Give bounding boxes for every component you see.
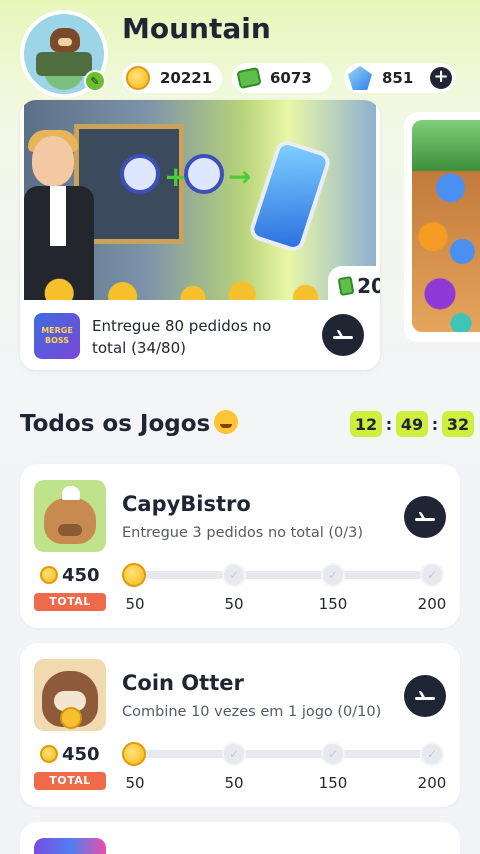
- game-icon: [34, 838, 106, 854]
- game-title: Coin Otter: [122, 671, 244, 695]
- milestone-label: 200: [417, 595, 447, 613]
- arrow-right-icon: [333, 330, 353, 340]
- game-card-coin-otter[interactable]: Coin Otter Combine 10 vezes em 1 jogo (0…: [20, 643, 460, 807]
- section-title-text: Todos os Jogos: [20, 411, 211, 437]
- game-task: Combine 10 vezes em 1 jogo (0/10): [122, 704, 382, 720]
- gem-balance[interactable]: 851 +: [344, 63, 456, 93]
- total-reward: 450: [62, 744, 100, 765]
- capybistro-game-icon: [34, 480, 106, 552]
- total-badge: TOTAL: [34, 772, 106, 790]
- milestone-check-icon: ✓: [420, 563, 444, 587]
- cash-icon: [337, 275, 355, 297]
- game-card-capybistro[interactable]: CapyBistro Entregue 3 pedidos no total (…: [20, 464, 460, 628]
- milestone-check-icon: ✓: [222, 742, 246, 766]
- edit-icon[interactable]: ✎: [84, 70, 106, 92]
- milestone-coin-icon: [122, 742, 146, 766]
- game-task: Entregue 3 pedidos no total (0/3): [122, 525, 364, 541]
- cash-balance-value: 6073: [270, 69, 312, 87]
- cash-balance[interactable]: 6073: [232, 63, 332, 93]
- coin-icon: [40, 745, 58, 763]
- add-gems-button[interactable]: +: [430, 67, 452, 89]
- match3-game-art: [412, 120, 480, 332]
- coin-icon: [126, 66, 150, 90]
- timer-seconds: 32: [442, 411, 474, 437]
- merge-boss-game-icon: MERGE BOSS: [34, 313, 80, 359]
- featured-task-card[interactable]: + → 20 MERGE BOSS Entregue 80 pedidos no…: [20, 100, 380, 370]
- old-phone-icon: [120, 154, 160, 194]
- next-featured-card[interactable]: [404, 112, 480, 342]
- banner-go-button[interactable]: [322, 314, 364, 356]
- play-capybistro-button[interactable]: [404, 496, 446, 538]
- coin-balance-value: 20221: [160, 69, 213, 87]
- milestone-check-icon: ✓: [420, 742, 444, 766]
- milestone-check-icon: ✓: [321, 742, 345, 766]
- milestone-check-icon: ✓: [222, 563, 246, 587]
- coin-otter-game-icon: [34, 659, 106, 731]
- total-badge: TOTAL: [34, 593, 106, 611]
- milestone-label: 50: [125, 595, 145, 613]
- arrow-right-icon: [415, 512, 435, 522]
- milestone-label: 50: [125, 774, 145, 792]
- section-title: Todos os Jogos: [20, 410, 239, 437]
- game-title: CapyBistro: [122, 492, 251, 516]
- reward-amount: 20: [357, 274, 380, 298]
- milestone-check-icon: ✓: [321, 563, 345, 587]
- timer-hours: 12: [350, 411, 382, 437]
- banner-illustration: + →: [24, 100, 376, 300]
- milestone-label: 150: [318, 774, 348, 792]
- arrow-right-icon: [415, 691, 435, 701]
- banner-task-text: Entregue 80 pedidos no total (34/80): [92, 317, 272, 357]
- coin-icon: [40, 566, 58, 584]
- milestone-label: 200: [417, 774, 447, 792]
- cash-icon: [236, 66, 262, 90]
- milestone-coin-icon: [122, 563, 146, 587]
- gem-icon: [348, 66, 372, 90]
- milestone-label: 50: [224, 774, 244, 792]
- game-card-partial[interactable]: [20, 822, 460, 854]
- reward-tag: 20: [328, 266, 380, 306]
- progress-track: [130, 571, 440, 579]
- smartphone-icon: [247, 137, 333, 255]
- milestone-label: 150: [318, 595, 348, 613]
- progress-track: [130, 750, 440, 758]
- party-face-icon: [214, 410, 239, 434]
- countdown-timer: 12 : 49 : 32: [350, 411, 474, 437]
- old-phone-icon: [184, 154, 224, 194]
- play-coin-otter-button[interactable]: [404, 675, 446, 717]
- username: Mountain: [122, 12, 271, 45]
- gem-balance-value: 851: [382, 69, 414, 87]
- timer-minutes: 49: [396, 411, 428, 437]
- total-reward: 450: [62, 565, 100, 586]
- coin-balance[interactable]: 20221: [122, 63, 222, 93]
- milestone-label: 50: [224, 595, 244, 613]
